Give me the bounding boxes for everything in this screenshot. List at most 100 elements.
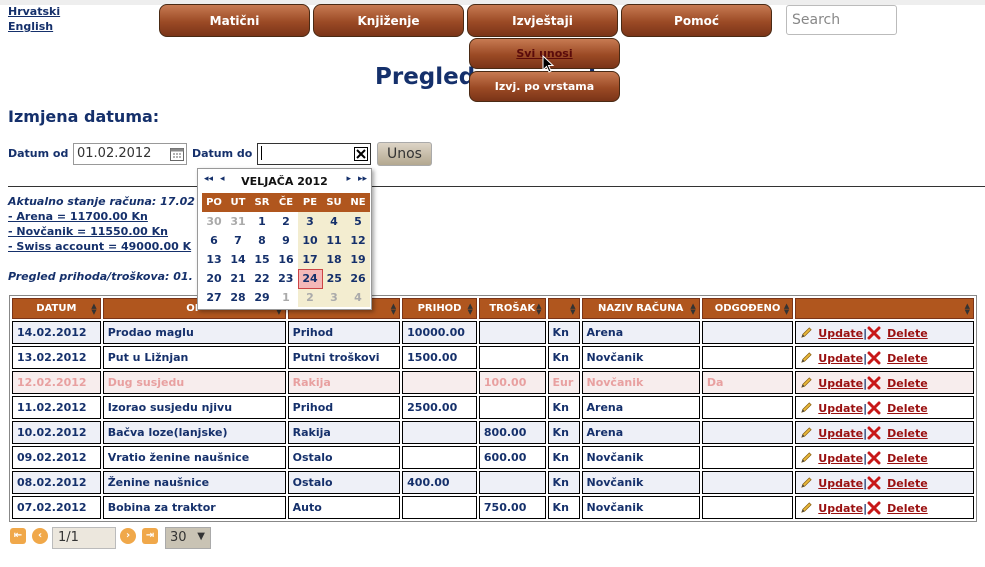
- delete-icon[interactable]: [867, 476, 881, 490]
- calendar-day[interactable]: 4: [322, 212, 346, 231]
- delete-icon[interactable]: [867, 501, 881, 515]
- col-header-datum[interactable]: DATUM ▲ ▼: [12, 298, 101, 319]
- pencil-icon[interactable]: [800, 426, 813, 439]
- calendar-day[interactable]: 16: [274, 250, 298, 269]
- delete-link[interactable]: Delete: [887, 502, 928, 515]
- col-header-valuta[interactable]: ▲ ▼: [547, 298, 580, 319]
- calendar-day[interactable]: 1: [250, 212, 274, 231]
- calendar-day[interactable]: 22: [250, 269, 274, 288]
- calendar-day[interactable]: 9: [274, 231, 298, 250]
- calendar-day[interactable]: 3: [322, 288, 346, 307]
- nav-pomoc-button[interactable]: Pomoć: [621, 4, 772, 37]
- next-page-icon[interactable]: ›: [120, 528, 136, 544]
- date-to-field[interactable]: [257, 143, 371, 165]
- delete-link[interactable]: Delete: [887, 327, 928, 340]
- account-line-arena[interactable]: - Arena = 11700.00 Kn: [8, 210, 148, 223]
- pencil-icon[interactable]: [800, 501, 813, 514]
- lang-hrvatski-link[interactable]: Hrvatski: [8, 5, 60, 18]
- calendar-day[interactable]: 17: [298, 250, 322, 269]
- clear-date-icon[interactable]: [354, 147, 368, 161]
- delete-link[interactable]: Delete: [887, 352, 928, 365]
- last-page-icon[interactable]: ⇥: [142, 528, 158, 544]
- nav-knjizenje-button[interactable]: Knjiženje: [313, 4, 464, 37]
- prev-page-icon[interactable]: ‹: [32, 528, 48, 544]
- update-link[interactable]: Update: [818, 402, 863, 415]
- calendar-day[interactable]: 28: [226, 288, 250, 307]
- pencil-icon[interactable]: [800, 451, 813, 464]
- pencil-icon[interactable]: [800, 401, 813, 414]
- search-input[interactable]: [786, 5, 897, 35]
- calendar-day[interactable]: 18: [322, 250, 346, 269]
- calendar-day[interactable]: 2: [274, 212, 298, 231]
- calendar-day[interactable]: 7: [226, 231, 250, 250]
- calendar-day[interactable]: 10: [298, 231, 322, 250]
- calendar-day[interactable]: 11: [322, 231, 346, 250]
- calendar-day[interactable]: 25: [322, 269, 346, 288]
- date-from-field[interactable]: 01.02.2012: [73, 143, 187, 165]
- account-line-swiss[interactable]: - Swiss account = 49000.00 K: [8, 240, 191, 253]
- col-header-trosak[interactable]: TROŠAK ▲ ▼: [478, 298, 546, 319]
- update-link[interactable]: Update: [818, 502, 863, 515]
- next-year-icon[interactable]: ▸▸: [358, 174, 367, 184]
- submenu-izvj-po-vrstama[interactable]: Izvj. po vrstama: [469, 71, 620, 102]
- calendar-day[interactable]: 20: [202, 269, 226, 288]
- calendar-day[interactable]: 27: [202, 288, 226, 307]
- delete-icon[interactable]: [867, 426, 881, 440]
- prev-year-icon[interactable]: ◂◂: [204, 174, 213, 184]
- nav-izvjestaji-button[interactable]: Izvještaji: [467, 4, 618, 37]
- calendar-day[interactable]: 23: [274, 269, 298, 288]
- calendar-day[interactable]: 31: [226, 212, 250, 231]
- col-header-prihod[interactable]: PRIHOD ▲ ▼: [402, 298, 477, 319]
- first-page-icon[interactable]: ⇤: [10, 528, 26, 544]
- page-size-select[interactable]: 30 ▼: [165, 527, 211, 549]
- calendar-day[interactable]: 2: [298, 288, 322, 307]
- calendar-day[interactable]: 19: [346, 250, 370, 269]
- calendar-day[interactable]: 30: [202, 212, 226, 231]
- pencil-icon[interactable]: [800, 476, 813, 489]
- delete-icon[interactable]: [867, 326, 881, 340]
- delete-link[interactable]: Delete: [887, 477, 928, 490]
- calendar-day[interactable]: 8: [250, 231, 274, 250]
- calendar-day[interactable]: 15: [250, 250, 274, 269]
- calendar-day[interactable]: 14: [226, 250, 250, 269]
- calendar-day[interactable]: 6: [202, 231, 226, 250]
- col-header-odgodeno[interactable]: ODGOĐENO ▲ ▼: [701, 298, 794, 319]
- calendar-day[interactable]: 5: [346, 212, 370, 231]
- delete-link[interactable]: Delete: [887, 452, 928, 465]
- pencil-icon[interactable]: [800, 326, 813, 339]
- delete-icon[interactable]: [867, 351, 881, 365]
- lang-english-link[interactable]: English: [8, 20, 53, 33]
- delete-icon[interactable]: [867, 451, 881, 465]
- delete-link[interactable]: Delete: [887, 427, 928, 440]
- col-header-naziv-racuna[interactable]: NAZIV RAČUNA ▲ ▼: [581, 298, 700, 319]
- update-link[interactable]: Update: [818, 377, 863, 390]
- calendar-day[interactable]: 3: [298, 212, 322, 231]
- update-link[interactable]: Update: [818, 352, 863, 365]
- next-month-icon[interactable]: ▸: [346, 174, 351, 184]
- nav-maticni-button[interactable]: Matični: [159, 4, 310, 37]
- col-header-actions[interactable]: ▲ ▼: [795, 298, 974, 319]
- delete-icon[interactable]: [867, 376, 881, 390]
- calendar-icon[interactable]: [170, 147, 184, 161]
- page-number-field[interactable]: 1/1: [52, 527, 116, 549]
- update-link[interactable]: Update: [818, 477, 863, 490]
- pencil-icon[interactable]: [800, 376, 813, 389]
- delete-link[interactable]: Delete: [887, 377, 928, 390]
- delete-icon[interactable]: [867, 401, 881, 415]
- calendar-day[interactable]: 1: [274, 288, 298, 307]
- calendar-day[interactable]: 29: [250, 288, 274, 307]
- submit-date-button[interactable]: Unos: [377, 142, 432, 166]
- calendar-day[interactable]: 12: [346, 231, 370, 250]
- update-link[interactable]: Update: [818, 452, 863, 465]
- account-line-novcanik[interactable]: - Novčanik = 11550.00 Kn: [8, 225, 168, 238]
- calendar-day[interactable]: 13: [202, 250, 226, 269]
- calendar-day[interactable]: 24: [297, 268, 323, 289]
- update-link[interactable]: Update: [818, 427, 863, 440]
- prev-month-icon[interactable]: ◂: [220, 174, 225, 184]
- calendar-day[interactable]: 4: [346, 288, 370, 307]
- pencil-icon[interactable]: [800, 351, 813, 364]
- calendar-day[interactable]: 26: [346, 269, 370, 288]
- update-link[interactable]: Update: [818, 327, 863, 340]
- calendar-day[interactable]: 21: [226, 269, 250, 288]
- delete-link[interactable]: Delete: [887, 402, 928, 415]
